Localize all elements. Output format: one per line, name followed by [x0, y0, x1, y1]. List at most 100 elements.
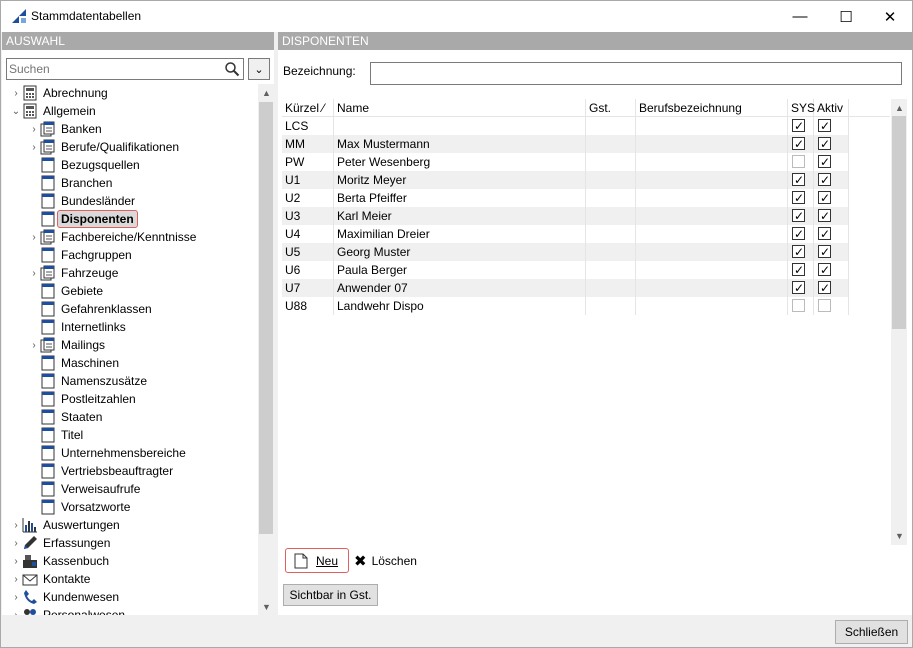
tree-item-banken[interactable]: › Banken [28, 120, 102, 138]
chevron-right-icon[interactable]: › [28, 340, 40, 351]
tree-item-kontakte[interactable]: › Kontakte [10, 570, 90, 588]
chevron-right-icon[interactable]: › [10, 574, 22, 585]
tree-item-abrechnung[interactable]: › Abrechnung [10, 84, 108, 102]
minimize-button[interactable]: — [777, 1, 823, 32]
chevron-right-icon[interactable]: › [10, 520, 22, 531]
table-row[interactable]: LCS [282, 117, 849, 135]
table-row[interactable]: U7 Anwender 07 [282, 279, 849, 297]
tree-item-titel[interactable]: Titel [28, 426, 83, 444]
chevron-right-icon[interactable]: › [28, 124, 40, 135]
sys-checkbox[interactable] [792, 135, 805, 153]
column-header[interactable]: Gst. [586, 99, 636, 117]
new-button[interactable]: Neu [285, 548, 349, 573]
sys-checkbox[interactable] [792, 261, 805, 279]
tree-item-kundenwesen[interactable]: › Kundenwesen [10, 588, 119, 606]
tree-item-branchen[interactable]: Branchen [28, 174, 112, 192]
grid-scroll-down-icon[interactable]: ▼ [891, 527, 908, 544]
aktiv-checkbox[interactable] [818, 261, 831, 279]
search-icon[interactable] [224, 61, 240, 77]
column-header[interactable]: Berufsbezeichnung [636, 99, 788, 117]
sys-checkbox[interactable] [792, 207, 805, 225]
tree-item-kassenbuch[interactable]: › Kassenbuch [10, 552, 109, 570]
tree-item-erfassungen[interactable]: › Erfassungen [10, 534, 110, 552]
delete-button[interactable]: ✖ Löschen [354, 551, 417, 571]
column-header[interactable]: Kürzel ⁄ [282, 99, 334, 117]
table-row[interactable]: U88 Landwehr Dispo [282, 297, 849, 315]
column-header[interactable]: Aktiv [814, 99, 849, 117]
table-row[interactable]: U2 Berta Pfeiffer [282, 189, 849, 207]
aktiv-checkbox[interactable] [818, 207, 831, 225]
tree-item-vertriebsbeauftragter[interactable]: Vertriebsbeauftragter [28, 462, 173, 480]
tree-item-gebiete[interactable]: Gebiete [28, 282, 103, 300]
table-row[interactable]: U1 Moritz Meyer [282, 171, 849, 189]
sys-checkbox[interactable] [792, 225, 805, 243]
tree-item-namenszusätze[interactable]: Namenszusätze [28, 372, 147, 390]
table-row[interactable]: U3 Karl Meier [282, 207, 849, 225]
search-field[interactable] [6, 58, 244, 80]
tree-item-staaten[interactable]: Staaten [28, 408, 102, 426]
table-row[interactable]: U6 Paula Berger [282, 261, 849, 279]
tree-item-postleitzahlen[interactable]: Postleitzahlen [28, 390, 136, 408]
sys-checkbox[interactable] [792, 155, 805, 168]
chevron-right-icon[interactable]: › [28, 268, 40, 279]
aktiv-checkbox[interactable] [818, 279, 831, 297]
aktiv-checkbox[interactable] [818, 189, 831, 207]
tree-item-bezugsquellen[interactable]: Bezugsquellen [28, 156, 140, 174]
tree-item-verweisaufrufe[interactable]: Verweisaufrufe [28, 480, 140, 498]
close-dialog-button[interactable]: Schließen [835, 620, 908, 644]
chevron-right-icon[interactable]: › [10, 88, 22, 99]
aktiv-checkbox[interactable] [818, 171, 831, 189]
aktiv-checkbox[interactable] [818, 225, 831, 243]
tree-item-fachbereiche-kenntnisse[interactable]: › Fachbereiche/Kenntnisse [28, 228, 196, 246]
search-input[interactable] [7, 59, 217, 79]
chevron-right-icon[interactable]: › [10, 610, 22, 616]
tree-item-gefahrenklassen[interactable]: Gefahrenklassen [28, 300, 152, 318]
chevron-down-icon[interactable]: ⌄ [10, 106, 22, 117]
sys-checkbox[interactable] [792, 279, 805, 297]
sys-checkbox[interactable] [792, 117, 805, 135]
chevron-right-icon[interactable]: › [10, 592, 22, 603]
tree-scrollbar[interactable]: ▲ ▼ [258, 84, 274, 615]
aktiv-checkbox[interactable] [818, 243, 831, 261]
table-row[interactable]: U4 Maximilian Dreier [282, 225, 849, 243]
tree-item-allgemein[interactable]: ⌄ Allgemein [10, 102, 96, 120]
tree-item-disponenten[interactable]: Disponenten [28, 210, 138, 228]
tree-item-berufe-qualifikationen[interactable]: › Berufe/Qualifikationen [28, 138, 179, 156]
table-row[interactable]: U5 Georg Muster [282, 243, 849, 261]
sys-checkbox[interactable] [792, 299, 805, 312]
chevron-right-icon[interactable]: › [10, 556, 22, 567]
tree-item-personalwesen[interactable]: › Personalwesen [10, 606, 125, 615]
tree-item-maschinen[interactable]: Maschinen [28, 354, 119, 372]
aktiv-checkbox[interactable] [818, 153, 831, 171]
tree-item-mailings[interactable]: › Mailings [28, 336, 105, 354]
maximize-button[interactable]: ☐ [823, 1, 869, 32]
aktiv-checkbox[interactable] [818, 135, 831, 153]
tree-item-bundesländer[interactable]: Bundesländer [28, 192, 135, 210]
chevron-right-icon[interactable]: › [28, 232, 40, 243]
tree-item-unternehmensbereiche[interactable]: Unternehmensbereiche [28, 444, 186, 462]
column-header[interactable]: SYS [788, 99, 815, 117]
tree-item-internetlinks[interactable]: Internetlinks [28, 318, 126, 336]
collapse-filter-button[interactable]: ⌄ [248, 58, 270, 80]
tree-scroll-thumb[interactable] [259, 102, 273, 534]
grid-scroll-up-icon[interactable]: ▲ [891, 99, 908, 116]
tree-item-fahrzeuge[interactable]: › Fahrzeuge [28, 264, 118, 282]
close-button[interactable]: ✕ [867, 1, 913, 32]
sys-checkbox[interactable] [792, 171, 805, 189]
visible-in-gst-button[interactable]: Sichtbar in Gst. [283, 584, 378, 606]
table-row[interactable]: MM Max Mustermann [282, 135, 849, 153]
tree-item-fachgruppen[interactable]: Fachgruppen [28, 246, 132, 264]
tree-item-vorsatzworte[interactable]: Vorsatzworte [28, 498, 130, 516]
column-header[interactable]: Name [334, 99, 586, 117]
scroll-up-icon[interactable]: ▲ [258, 84, 275, 101]
chevron-right-icon[interactable]: › [28, 142, 40, 153]
sys-checkbox[interactable] [792, 189, 805, 207]
bezeichnung-input[interactable] [370, 62, 902, 85]
grid-scroll-thumb[interactable] [892, 116, 906, 329]
grid-scrollbar[interactable]: ▲ ▼ [891, 99, 907, 545]
sys-checkbox[interactable] [792, 243, 805, 261]
scroll-down-icon[interactable]: ▼ [258, 598, 275, 615]
table-row[interactable]: PW Peter Wesenberg [282, 153, 849, 171]
tree-item-auswertungen[interactable]: › Auswertungen [10, 516, 120, 534]
chevron-right-icon[interactable]: › [10, 538, 22, 549]
